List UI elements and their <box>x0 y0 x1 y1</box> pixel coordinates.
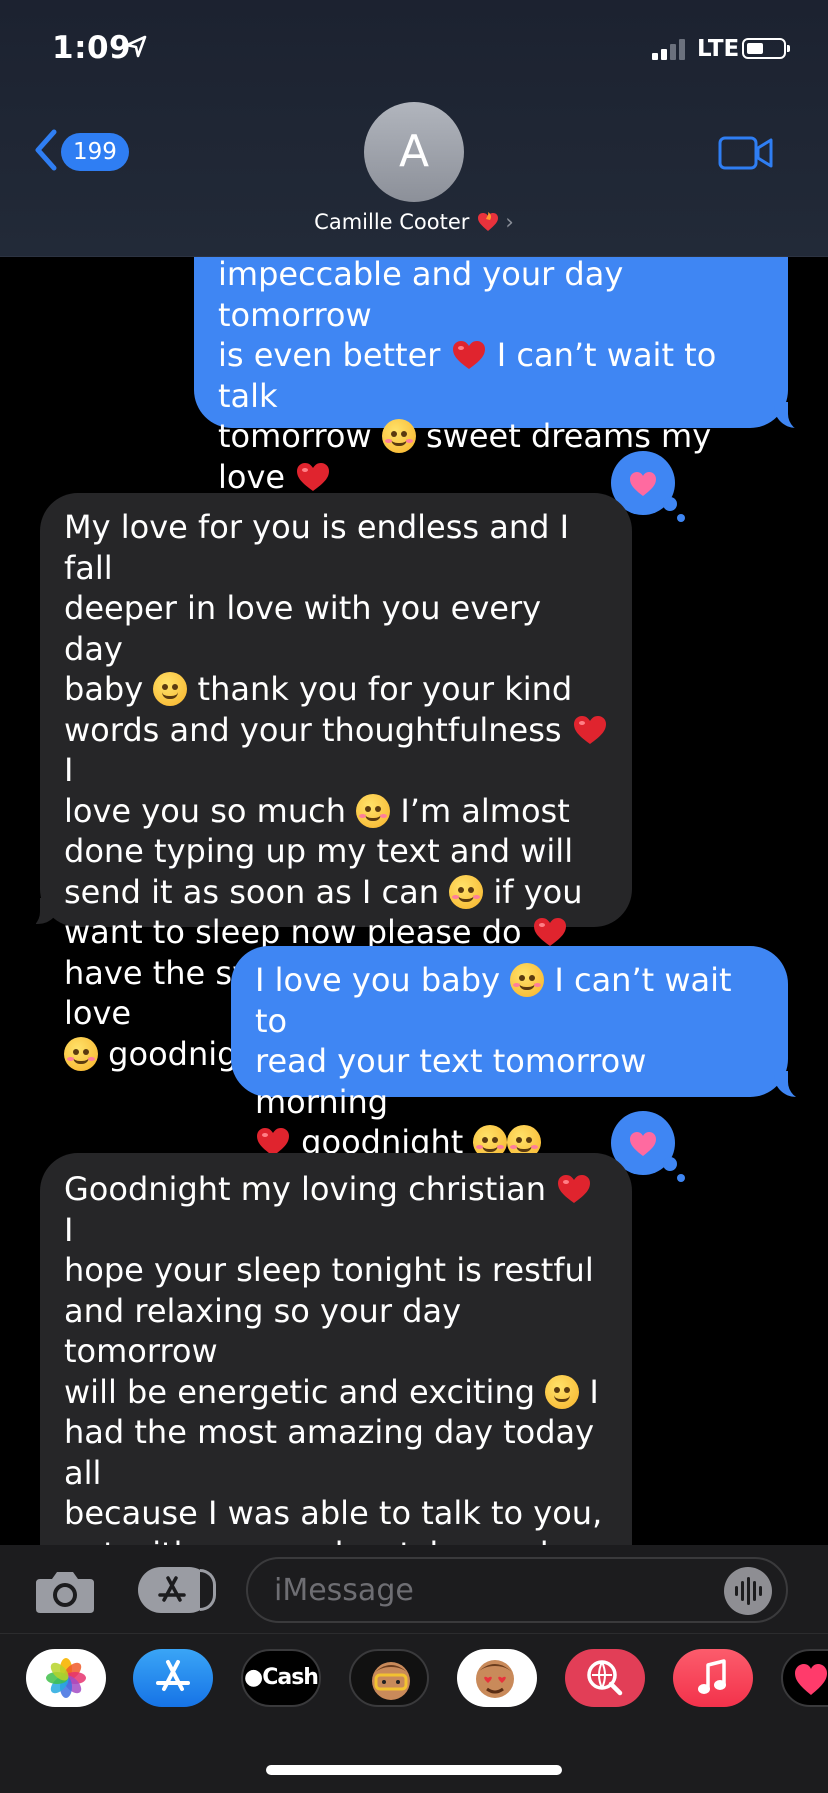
contact-name-row[interactable]: Camille Cooter › <box>0 210 828 234</box>
chevron-right-icon: › <box>505 210 514 234</box>
heart-on-fire-icon <box>478 212 499 231</box>
smiling-face-emoji <box>449 874 484 909</box>
smiling-face-with-hearts-emoji <box>64 1036 98 1071</box>
app-store-icon <box>158 1576 186 1602</box>
red-heart-emoji <box>533 918 566 946</box>
home-indicator[interactable] <box>266 1765 562 1775</box>
signal-icon <box>652 38 685 60</box>
status-time: 1:09 <box>52 30 132 66</box>
message-input[interactable] <box>246 1557 788 1623</box>
conversation-header: 1:09 LTE 199 A Camille Cooter › <box>0 0 828 257</box>
apple-logo-icon: ● <box>244 1665 263 1690</box>
avatar[interactable]: A <box>364 102 464 202</box>
sent-message[interactable]: I love you baby I can’t wait to read your… <box>231 946 788 1161</box>
red-heart-emoji <box>558 1175 591 1203</box>
message-text: impeccable and your day tomorrow is even … <box>218 255 717 496</box>
unread-count-badge[interactable]: 199 <box>61 133 129 171</box>
back-chevron-icon[interactable] <box>32 128 58 172</box>
red-heart-emoji <box>573 715 606 744</box>
smiling-face-with-hearts-emoji <box>356 793 391 828</box>
camera-icon[interactable] <box>34 1567 96 1615</box>
message-text: I love you baby I can’t wait to read your… <box>255 961 732 1161</box>
pleading-face-emoji <box>153 672 188 706</box>
received-message[interactable]: Goodnight my loving christian Ihope your… <box>40 1153 632 1733</box>
images-search-icon[interactable] <box>565 1649 645 1707</box>
apple-cash-icon[interactable]: ●Cash <box>241 1649 321 1707</box>
audio-waveform-icon[interactable] <box>724 1567 772 1615</box>
video-camera-icon[interactable] <box>718 136 774 170</box>
app-store-button[interactable] <box>138 1567 216 1613</box>
network-type: LTE <box>697 36 740 62</box>
music-icon[interactable] <box>673 1649 753 1707</box>
red-heart-emoji <box>452 341 485 369</box>
grinning-face-emoji <box>545 1374 580 1409</box>
smiling-face-with-hearts-emoji <box>510 963 545 997</box>
contact-name: Camille Cooter <box>314 210 470 234</box>
memoji-stickers-icon[interactable] <box>457 1649 537 1707</box>
battery-icon <box>742 38 790 59</box>
received-message[interactable]: My love for you is endless and I fall dee… <box>40 493 632 1073</box>
heart-tapback-icon <box>630 472 656 496</box>
apple-cash-label: Cash <box>262 1665 319 1690</box>
heart-tapback-icon <box>630 1132 656 1156</box>
app-store-icon[interactable] <box>133 1649 213 1707</box>
memoji-icon[interactable] <box>349 1649 429 1707</box>
location-arrow-icon <box>125 35 147 58</box>
digital-touch-icon[interactable] <box>781 1649 828 1707</box>
smiling-face-with-hearts-emoji <box>381 419 416 453</box>
photos-icon[interactable] <box>26 1649 106 1707</box>
red-heart-emoji <box>297 462 330 491</box>
compose-bar <box>0 1545 828 1633</box>
